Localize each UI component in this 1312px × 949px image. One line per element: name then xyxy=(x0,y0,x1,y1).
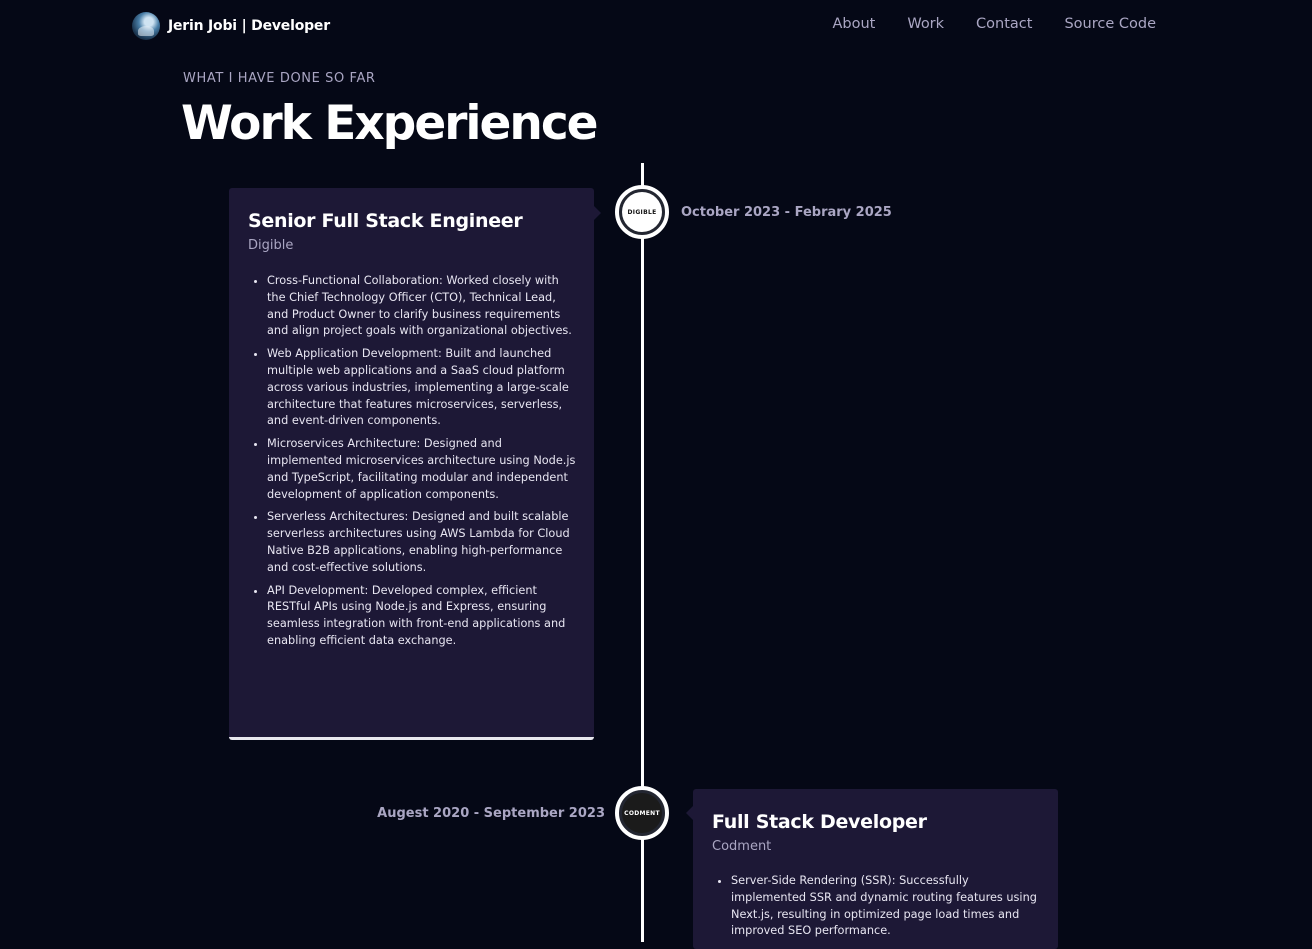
company-name: Digible xyxy=(248,238,294,253)
section-subtitle: What I have done so far xyxy=(183,71,376,86)
job-title: Senior Full Stack Engineer xyxy=(248,210,523,232)
digible-logo-icon: DIGIBLE xyxy=(622,192,662,232)
experience-card-digible: Senior Full Stack Engineer Digible Cross… xyxy=(229,188,594,740)
card-pointer-arrow xyxy=(686,806,693,820)
nav-link-contact[interactable]: Contact xyxy=(976,16,1032,32)
card-pointer-arrow xyxy=(594,206,601,220)
experience-card-codment: Full Stack Developer Codment Server-Side… xyxy=(693,789,1058,949)
codment-logo-icon: CODMENT xyxy=(622,793,662,833)
job-title: Full Stack Developer xyxy=(712,811,927,833)
job-point: Web Application Development: Built and l… xyxy=(267,346,579,430)
job-point: Server-Side Rendering (SSR): Successfull… xyxy=(731,873,1043,940)
company-name: Codment xyxy=(712,839,772,854)
nav-link-work[interactable]: Work xyxy=(907,16,944,32)
job-point: Microservices Architecture: Designed and… xyxy=(267,436,579,503)
job-point: Serverless Architectures: Designed and b… xyxy=(267,509,579,576)
nav-link-about[interactable]: About xyxy=(832,16,875,32)
navbar: Jerin Jobi | Developer About Work Contac… xyxy=(0,0,1312,52)
brand-link[interactable]: Jerin Jobi | Developer xyxy=(132,12,330,40)
nav-link-source-code[interactable]: Source Code xyxy=(1064,16,1156,32)
page-title: Work Experience xyxy=(181,96,599,151)
job-point: API Development: Developed complex, effi… xyxy=(267,583,579,650)
experience-date: October 2023 - Febrary 2025 xyxy=(681,205,892,220)
job-point: Cross-Functional Collaboration: Worked c… xyxy=(267,273,579,340)
company-logo-codment: CODMENT xyxy=(615,786,669,840)
nav-links: About Work Contact Source Code xyxy=(832,16,1156,32)
company-logo-digible: DIGIBLE xyxy=(615,185,669,239)
avatar-logo-icon xyxy=(132,12,160,40)
experience-date: Augest 2020 - September 2023 xyxy=(377,806,605,821)
job-points-list: Server-Side Rendering (SSR): Successfull… xyxy=(731,873,1043,946)
brand-name: Jerin Jobi | Developer xyxy=(168,18,330,34)
job-points-list: Cross-Functional Collaboration: Worked c… xyxy=(267,273,579,656)
